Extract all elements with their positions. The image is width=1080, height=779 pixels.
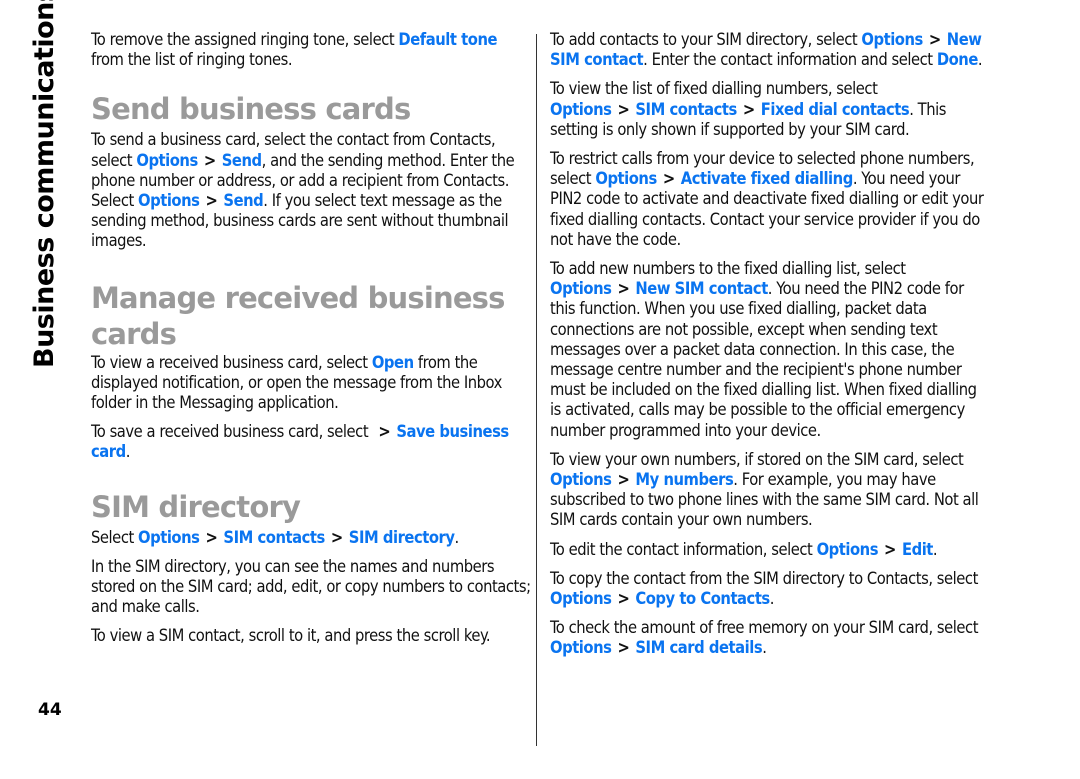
paragraph-sim-memory: To check the amount of free memory on yo… (550, 618, 979, 658)
link-new-sim-contact[interactable]: New SIM contact (635, 279, 768, 298)
link-options[interactable]: Options (595, 169, 657, 188)
menu-separator: > (617, 638, 630, 658)
heading-sim-directory: SIM directory (91, 489, 301, 524)
paragraph-view-received: To view a received business card, select… (91, 352, 502, 413)
paragraph-sim-directory-info: In the SIM directory, you can see the na… (91, 556, 531, 617)
paragraph-remove-tone: To remove the assigned ringing tone, sel… (91, 30, 498, 70)
link-activate-fixed-dialling[interactable]: Activate fixed dialling (681, 169, 854, 188)
menu-separator: > (884, 539, 896, 559)
link-edit[interactable]: Edit (902, 540, 933, 559)
right-column: To add contacts to your SIM directory, s… (550, 30, 990, 668)
link-default-tone[interactable]: Default tone (398, 30, 497, 49)
paragraph-edit-contact: To edit the contact information, select … (550, 539, 938, 559)
paragraph-restrict-calls: To restrict calls from your device to se… (550, 149, 984, 249)
paragraph-copy-contact: To copy the contact from the SIM directo… (550, 568, 978, 609)
menu-separator: > (617, 99, 630, 119)
link-my-numbers[interactable]: My numbers (635, 470, 733, 489)
menu-separator: > (205, 527, 218, 547)
paragraph-save-received: To save a received business card, select… (91, 422, 509, 462)
paragraph-add-sim-contacts: To add contacts to your SIM directory, s… (550, 30, 983, 70)
paragraph-add-fixed-numbers: To add new numbers to the fixed dialling… (550, 259, 977, 440)
heading-manage-received-cards: Manage received business cards (91, 280, 505, 351)
paragraph-send-card: To send a business card, select the cont… (91, 130, 515, 251)
section-title-vertical: Business communications (29, 0, 60, 368)
menu-separator: > (617, 589, 630, 609)
menu-separator: > (378, 422, 391, 442)
link-options[interactable]: Options (550, 100, 612, 119)
menu-separator: > (330, 527, 343, 547)
link-fixed-dial-contacts[interactable]: Fixed dial contacts (761, 100, 910, 119)
menu-separator: > (205, 191, 218, 211)
link-open[interactable]: Open (372, 353, 414, 372)
link-options[interactable]: Options (138, 528, 200, 547)
menu-separator: > (662, 169, 675, 189)
paragraph-own-numbers: To view your own numbers, if stored on t… (550, 449, 979, 530)
link-options[interactable]: Options (550, 470, 612, 489)
menu-separator: > (617, 279, 630, 299)
page-number: 44 (38, 700, 62, 720)
link-sim-contacts[interactable]: SIM contacts (635, 100, 737, 119)
heading-send-business-cards: Send business cards (91, 92, 411, 127)
link-sim-contacts[interactable]: SIM contacts (223, 528, 325, 547)
link-copy-to-contacts[interactable]: Copy to Contacts (635, 589, 770, 608)
link-done[interactable]: Done (937, 50, 979, 69)
link-options[interactable]: Options (817, 540, 879, 559)
link-options[interactable]: Options (550, 589, 612, 608)
paragraph-select-sim-directory: Select Options > SIM contacts > SIM director… (91, 527, 459, 547)
link-options[interactable]: Options (138, 191, 200, 210)
left-column: To remove the assigned ringing tone, sel… (91, 30, 531, 656)
link-send[interactable]: Send (223, 191, 263, 210)
paragraph-view-sim-contact: To view a SIM contact, scroll to it, and… (91, 626, 491, 646)
link-sim-directory[interactable]: SIM directory (349, 528, 455, 547)
link-options[interactable]: Options (550, 638, 612, 657)
link-send[interactable]: Send (222, 151, 262, 170)
link-options[interactable]: Options (136, 151, 198, 170)
link-options[interactable]: Options (861, 30, 923, 49)
menu-separator: > (617, 470, 630, 490)
link-options[interactable]: Options (550, 279, 612, 298)
menu-separator: > (928, 30, 941, 49)
menu-separator: > (742, 99, 755, 119)
link-sim-card-details[interactable]: SIM card details (635, 638, 762, 657)
paragraph-view-fixed-dialling: To view the list of fixed dialling numbe… (550, 79, 946, 139)
column-divider (536, 34, 537, 746)
menu-separator: > (203, 150, 216, 170)
